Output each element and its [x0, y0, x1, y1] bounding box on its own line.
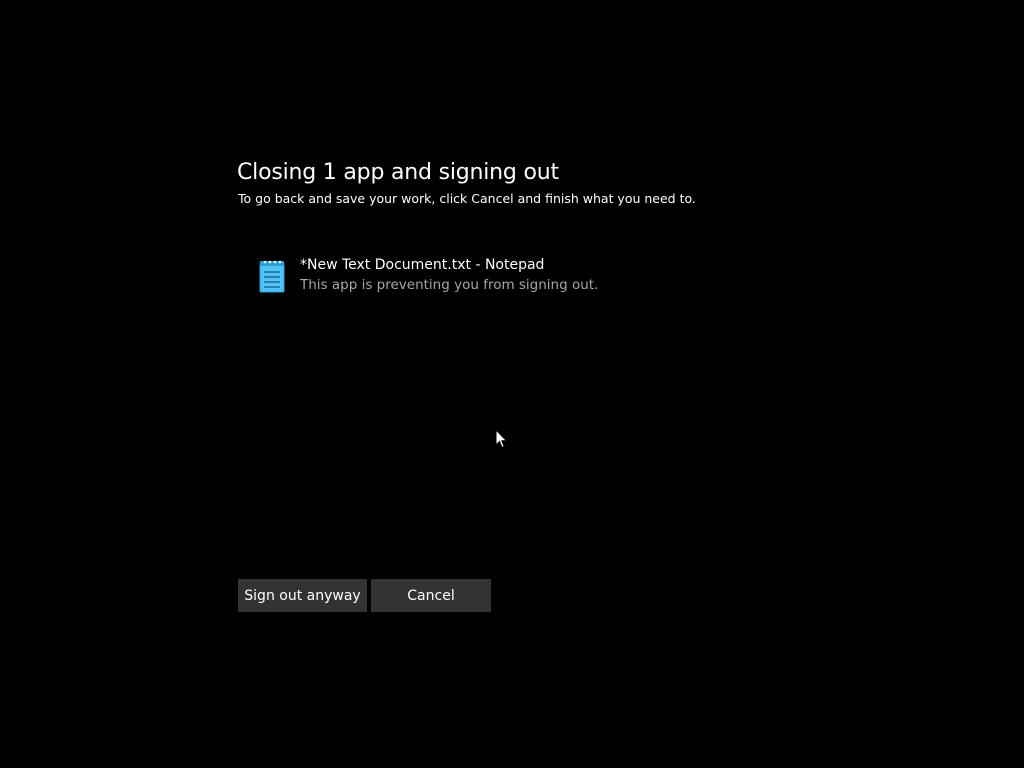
page-subtitle: To go back and save your work, click Can…: [238, 191, 696, 206]
blocking-app-item: *New Text Document.txt - Notepad This ap…: [257, 255, 757, 299]
button-bar: Sign out anyway Cancel: [238, 579, 491, 612]
notepad-icon: [257, 258, 287, 294]
signout-dialog: Closing 1 app and signing out To go back…: [237, 158, 837, 208]
app-text: *New Text Document.txt - Notepad This ap…: [300, 255, 598, 295]
sign-out-anyway-button[interactable]: Sign out anyway: [238, 579, 367, 612]
mouse-pointer-icon: [495, 428, 509, 449]
app-name: *New Text Document.txt - Notepad: [300, 257, 545, 273]
cancel-button[interactable]: Cancel: [371, 579, 491, 612]
shutdown-screen: Closing 1 app and signing out To go back…: [0, 0, 1024, 768]
page-title: Closing 1 app and signing out: [237, 160, 559, 185]
app-status: This app is preventing you from signing …: [300, 277, 599, 293]
